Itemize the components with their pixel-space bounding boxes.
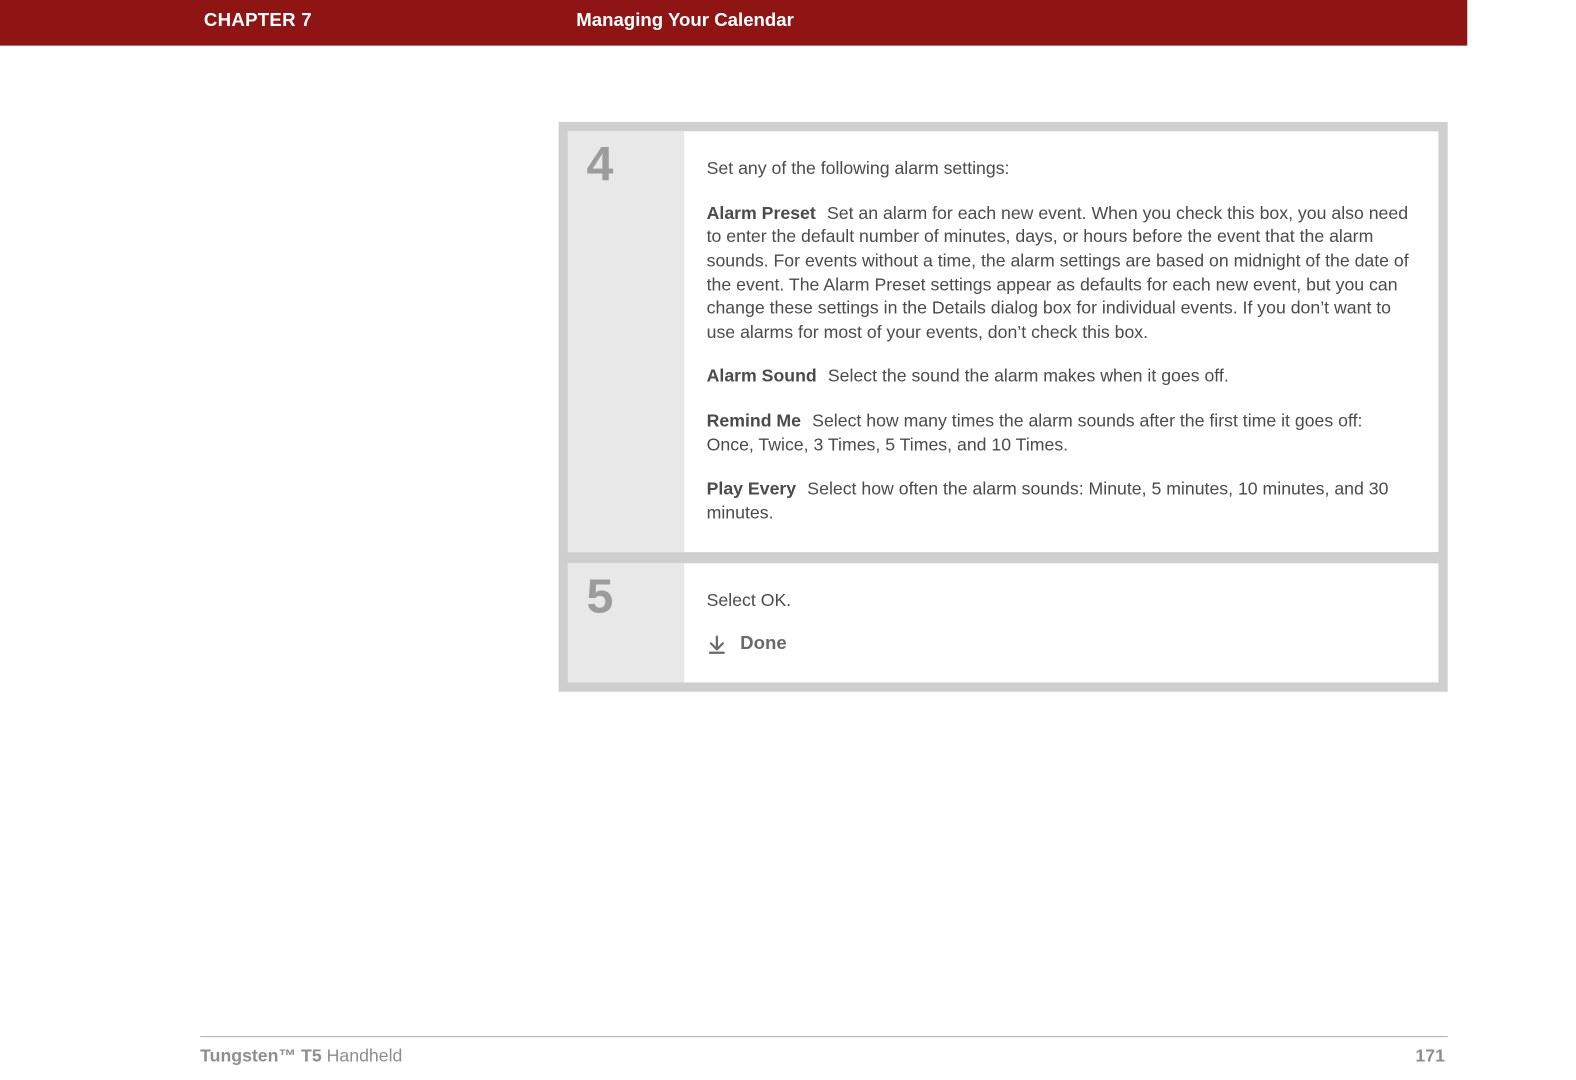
step-number-cell: 4	[568, 131, 684, 552]
step-number: 4	[587, 137, 614, 193]
setting-text: Select the sound the alarm makes when it…	[828, 367, 1229, 387]
done-line: Done	[707, 632, 1415, 657]
chapter-title: Managing Your Calendar	[576, 10, 794, 31]
steps-frame: 4 Set any of the following alarm setting…	[559, 122, 1448, 692]
setting-label: Play Every	[707, 480, 797, 500]
setting-block: Remind MeSelect how many times the alarm…	[707, 410, 1415, 458]
step-body: Select OK. Done	[684, 563, 1438, 683]
setting-block: Alarm PresetSet an alarm for each new ev…	[707, 202, 1415, 345]
footer-product-rest: Handheld	[322, 1046, 403, 1066]
setting-text: Select how many times the alarm sounds a…	[707, 412, 1363, 455]
setting-text: Select how often the alarm sounds: Minut…	[707, 480, 1389, 523]
setting-block: Play EverySelect how often the alarm sou…	[707, 478, 1415, 526]
step-intro: Select OK.	[707, 589, 1415, 613]
footer-rule	[200, 1036, 1448, 1037]
setting-label: Alarm Preset	[707, 204, 816, 224]
step-row: 4 Set any of the following alarm setting…	[568, 131, 1438, 552]
done-label: Done	[740, 632, 787, 657]
step-number-cell: 5	[568, 563, 684, 683]
footer-product-strong: Tungsten™ T5	[200, 1046, 322, 1066]
step-body: Set any of the following alarm settings:…	[684, 131, 1438, 552]
step-row: 5 Select OK. Done	[568, 563, 1438, 683]
footer-page-number: 171	[1415, 1046, 1445, 1066]
setting-label: Alarm Sound	[707, 367, 817, 387]
header-bar: CHAPTER 7 Managing Your Calendar	[0, 0, 1467, 46]
setting-label: Remind Me	[707, 412, 801, 432]
chapter-label: CHAPTER 7	[204, 10, 312, 31]
footer-product: Tungsten™ T5 Handheld	[200, 1046, 402, 1066]
setting-text: Set an alarm for each new event. When yo…	[707, 204, 1409, 343]
step-intro: Set any of the following alarm settings:	[707, 157, 1415, 181]
setting-block: Alarm Sound Select the sound the alarm ma…	[707, 365, 1415, 389]
step-number: 5	[587, 569, 614, 625]
done-arrow-icon	[707, 634, 727, 654]
